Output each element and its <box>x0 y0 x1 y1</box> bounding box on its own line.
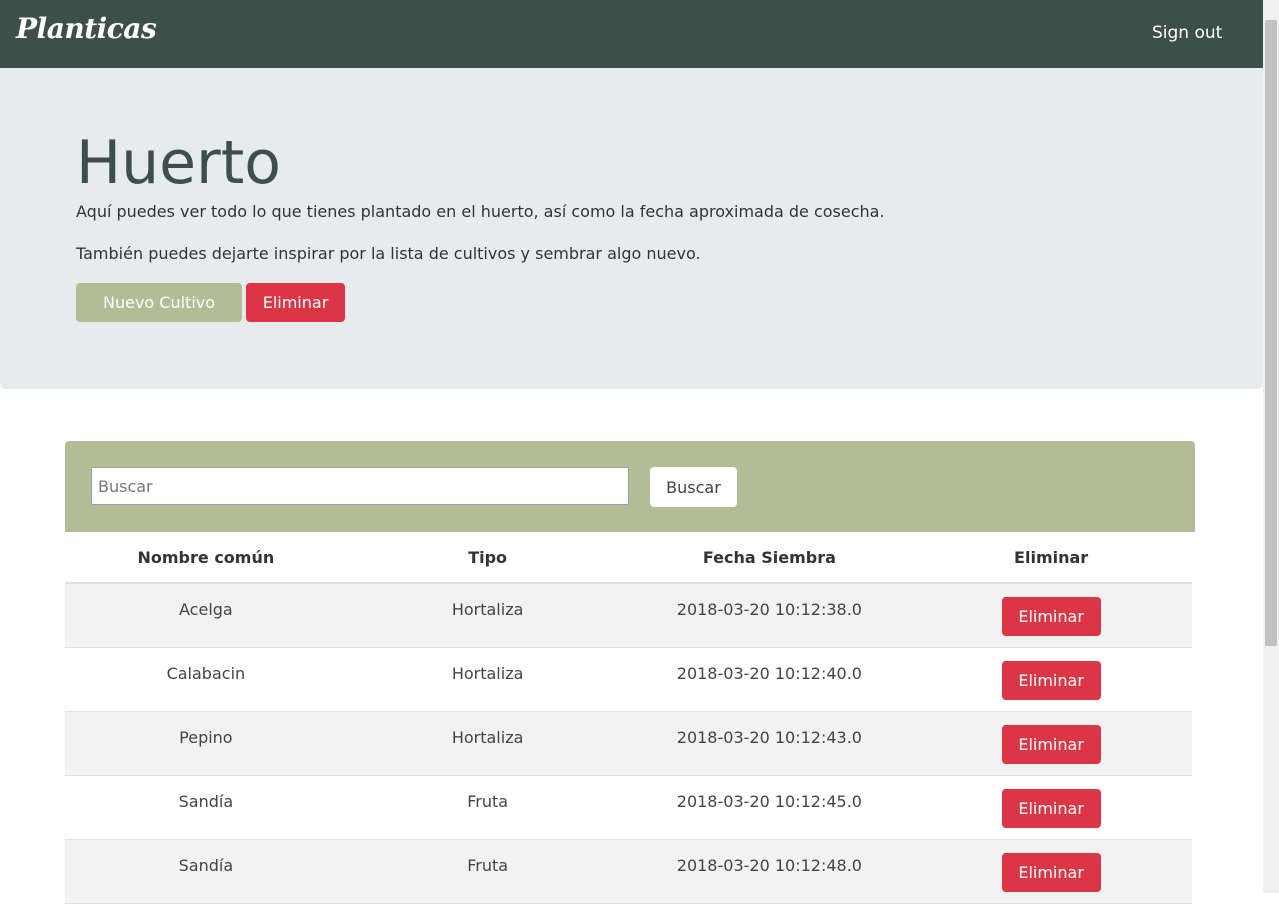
cell-type: Hortaliza <box>346 711 629 776</box>
cell-name: Sandía <box>65 775 347 840</box>
delete-button[interactable]: Eliminar <box>246 283 345 322</box>
vertical-scrollbar[interactable] <box>1263 0 1279 893</box>
table-row: Calabacin Hortaliza 2018-03-20 10:12:40.… <box>65 647 1192 712</box>
page-title: Huerto <box>76 128 281 198</box>
cell-action: Eliminar <box>910 775 1192 840</box>
cell-action: Eliminar <box>910 839 1192 904</box>
table-row: Sandía Fruta 2018-03-20 10:12:45.0 Elimi… <box>65 775 1192 840</box>
brand-logo[interactable]: Planticas <box>16 12 157 45</box>
cell-type: Hortaliza <box>346 583 629 648</box>
new-crop-button[interactable]: Nuevo Cultivo <box>76 283 242 322</box>
row-delete-button[interactable]: Eliminar <box>1001 660 1101 700</box>
table-row: Pepino Hortaliza 2018-03-20 10:12:43.0 E… <box>65 711 1192 776</box>
row-delete-button[interactable]: Eliminar <box>1001 597 1101 636</box>
cell-name: Sandía <box>65 839 347 904</box>
row-delete-button[interactable]: Eliminar <box>1001 788 1101 828</box>
cell-date: 2018-03-20 10:12:38.0 <box>628 583 911 648</box>
sign-out-link[interactable]: Sign out <box>1152 23 1222 43</box>
cell-date: 2018-03-20 10:12:43.0 <box>628 711 911 776</box>
row-delete-button[interactable]: Eliminar <box>1001 724 1101 764</box>
crops-table: Nombre común Tipo Fecha Siembra Eliminar… <box>65 532 1192 904</box>
table-row: Sandía Fruta 2018-03-20 10:12:48.0 Elimi… <box>65 839 1192 904</box>
cell-action: Eliminar <box>910 583 1192 648</box>
row-delete-button[interactable]: Eliminar <box>1001 852 1101 892</box>
cell-date: 2018-03-20 10:12:40.0 <box>628 647 911 712</box>
cell-name: Pepino <box>65 711 347 776</box>
cell-name: Calabacin <box>65 647 347 712</box>
column-header-name: Nombre común <box>65 532 347 584</box>
search-input[interactable] <box>91 467 629 505</box>
cell-type: Fruta <box>346 775 629 840</box>
search-bar: Buscar <box>65 441 1195 532</box>
cell-type: Fruta <box>346 839 629 904</box>
cell-action: Eliminar <box>910 711 1192 776</box>
hero-section: Huerto Aquí puedes ver todo lo que tiene… <box>0 68 1263 389</box>
top-navbar: Planticas Sign out <box>0 0 1263 68</box>
hero-subdescription: También puedes dejarte inspirar por la l… <box>76 244 701 263</box>
table-header-row: Nombre común Tipo Fecha Siembra Eliminar <box>65 532 1192 584</box>
column-header-delete: Eliminar <box>910 532 1192 584</box>
column-header-type: Tipo <box>346 532 629 584</box>
cell-name: Acelga <box>65 583 347 648</box>
search-button[interactable]: Buscar <box>650 467 737 507</box>
cell-date: 2018-03-20 10:12:48.0 <box>628 839 911 904</box>
scrollbar-thumb[interactable] <box>1265 20 1277 646</box>
hero-description: Aquí puedes ver todo lo que tienes plant… <box>76 202 885 221</box>
column-header-date: Fecha Siembra <box>628 532 911 584</box>
table-row: Acelga Hortaliza 2018-03-20 10:12:38.0 E… <box>65 583 1192 648</box>
cell-date: 2018-03-20 10:12:45.0 <box>628 775 911 840</box>
cell-type: Hortaliza <box>346 647 629 712</box>
cell-action: Eliminar <box>910 647 1192 712</box>
